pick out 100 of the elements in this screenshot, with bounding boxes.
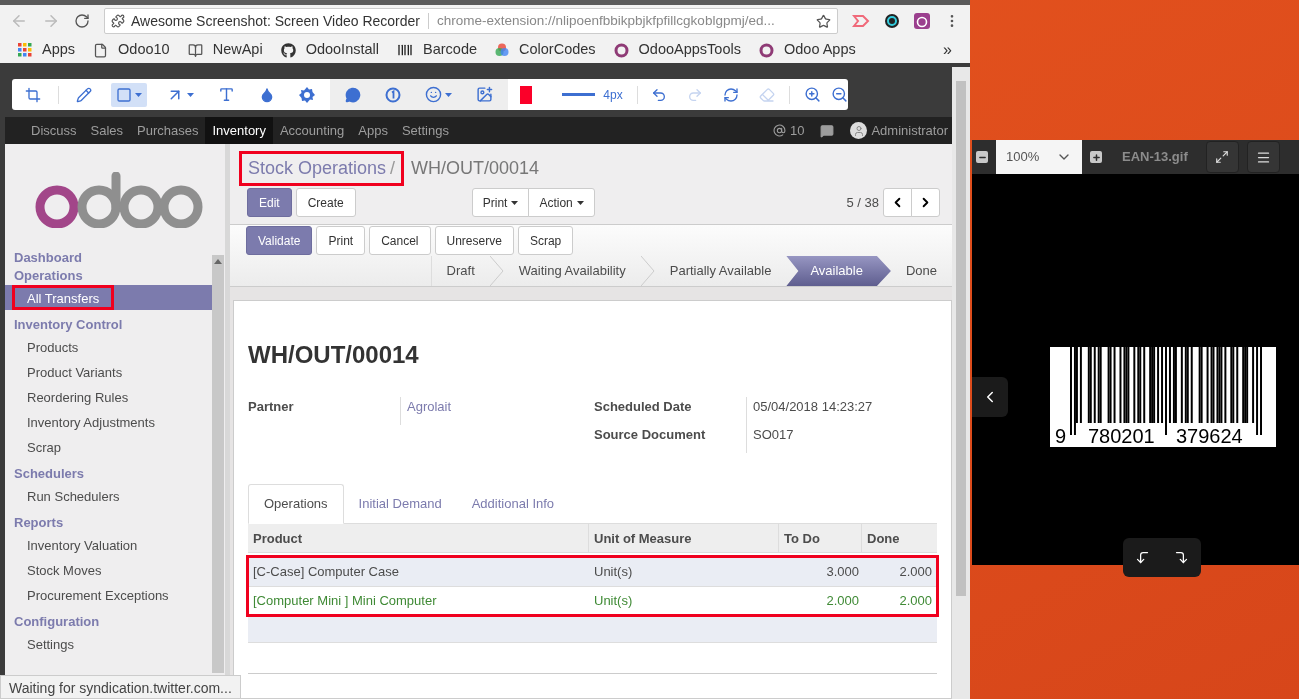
- table-row[interactable]: [C-Case] Computer Case Unit(s) 3.000 2.000: [249, 558, 936, 586]
- bookmark[interactable]: ColorCodes: [495, 39, 596, 61]
- app-menu-item[interactable]: Apps: [351, 117, 395, 144]
- stage-step[interactable]: Draft: [431, 256, 490, 286]
- app-menu-item[interactable]: Sales: [83, 117, 131, 144]
- stage-step[interactable]: Done: [890, 256, 952, 286]
- menu-item-label[interactable]: Reordering Rules: [12, 384, 132, 409]
- dropdown-button[interactable]: Action: [528, 188, 595, 217]
- next-button[interactable]: [911, 188, 940, 217]
- column-header[interactable]: To Do: [779, 524, 862, 552]
- bookmark[interactable]: NewApi: [187, 39, 263, 61]
- menu-item-label[interactable]: Scrap: [12, 434, 64, 459]
- menu-item-row[interactable]: Products: [5, 334, 212, 359]
- reload-icon[interactable]: [74, 13, 90, 29]
- user-name[interactable]: Administrator: [871, 120, 948, 141]
- stage-step[interactable]: Waiting Availability: [503, 256, 641, 286]
- menu-item-label[interactable]: Stock Moves: [12, 557, 105, 582]
- ring-icon: [758, 42, 774, 58]
- app-menu-item[interactable]: Inventory: [205, 117, 273, 144]
- menu-item-label[interactable]: All Transfers: [12, 285, 115, 310]
- menu-item-label[interactable]: Product Variants: [12, 359, 126, 384]
- timer-icon[interactable]: [914, 13, 930, 29]
- page-scrollbar[interactable]: [952, 67, 970, 699]
- menu-item-row[interactable]: Stock Moves: [5, 557, 212, 582]
- mention-count[interactable]: 10: [789, 120, 805, 141]
- tab[interactable]: Operations: [248, 484, 344, 524]
- menu-item-label[interactable]: Inventory Valuation: [12, 532, 141, 557]
- chat-icon[interactable]: [820, 123, 835, 138]
- color-swatch[interactable]: [519, 85, 532, 104]
- avatar[interactable]: [850, 122, 868, 139]
- undo-icon[interactable]: [651, 86, 668, 103]
- header-button[interactable]: Scrap: [517, 226, 574, 255]
- tab[interactable]: Initial Demand: [343, 484, 457, 524]
- menu-item-label[interactable]: Products: [12, 334, 82, 359]
- dropdown-button[interactable]: Print: [471, 188, 530, 217]
- refresh-icon[interactable]: [723, 86, 740, 103]
- play-extension-icon[interactable]: [852, 14, 870, 28]
- bookmark[interactable]: Odoo Apps: [758, 39, 856, 61]
- table-cell-text: 2.000: [825, 591, 860, 610]
- bookmark[interactable]: Apps: [18, 39, 76, 61]
- stage-step[interactable]: Partially Available: [654, 256, 787, 286]
- rotate-right-icon[interactable]: [1174, 550, 1189, 565]
- menu-item-row[interactable]: Inventory Valuation: [5, 532, 212, 557]
- column-header[interactable]: Unit of Measure: [589, 524, 779, 552]
- stage-step[interactable]: Available: [786, 256, 891, 286]
- menu-item-row[interactable]: All Transfers: [5, 285, 212, 310]
- pen-icon: [75, 86, 92, 103]
- bookmark[interactable]: OdooAppsTools: [613, 39, 741, 61]
- header-button[interactable]: Validate: [246, 226, 313, 255]
- crop-icon: [25, 86, 41, 103]
- column-header[interactable]: Product: [248, 524, 589, 552]
- mention-icon[interactable]: [772, 124, 786, 137]
- menu-button[interactable]: [1246, 141, 1280, 173]
- zoom-out-icon[interactable]: [831, 86, 848, 103]
- field-link[interactable]: Agrolait: [400, 397, 452, 425]
- menu-item-label[interactable]: Procurement Exceptions: [12, 582, 172, 607]
- header-button[interactable]: Print: [316, 226, 366, 255]
- zoom-in-button[interactable]: [1090, 151, 1102, 163]
- menu-item-row[interactable]: Reordering Rules: [5, 384, 212, 409]
- menu-item-row[interactable]: Scrap: [5, 434, 212, 459]
- more-bookmarks[interactable]: »: [943, 38, 952, 62]
- zoom-select[interactable]: 100%: [996, 140, 1082, 174]
- menu-item-row[interactable]: Product Variants: [5, 359, 212, 384]
- app-menu-item[interactable]: Settings: [394, 117, 456, 144]
- header-button[interactable]: Unreserve: [434, 226, 514, 255]
- scroll-up-icon[interactable]: [214, 259, 222, 264]
- caret-icon: [576, 200, 584, 205]
- menu-item-row[interactable]: Settings: [5, 631, 212, 656]
- app-menu-item[interactable]: Accounting: [272, 117, 352, 144]
- zoom-out-button[interactable]: [976, 151, 988, 163]
- bookmark[interactable]: OdooInstall: [280, 39, 379, 61]
- menu-item-label[interactable]: Inventory Adjustments: [12, 409, 158, 434]
- address-bar[interactable]: Awesome Screenshot: Screen Video Recorder chrome-extension://nlipoenfbbikpbjkfpfillcgkoblgpmj/ed...: [104, 8, 838, 34]
- color-wheel-icon[interactable]: [884, 13, 900, 29]
- bookmark[interactable]: Odoo10: [93, 39, 170, 61]
- breadcrumb-link[interactable]: Stock Operations: [248, 155, 387, 182]
- app-menu-item[interactable]: Discuss: [24, 117, 84, 144]
- fullscreen-button[interactable]: [1205, 141, 1239, 173]
- menu-item-row[interactable]: Inventory Adjustments: [5, 409, 212, 434]
- menu-item-label[interactable]: Run Schedulers: [12, 483, 123, 508]
- bookmark[interactable]: Barcode: [397, 39, 477, 61]
- stroke-width-line[interactable]: [561, 93, 596, 96]
- sidebar-scrollbar[interactable]: [212, 255, 224, 673]
- header-button[interactable]: Cancel: [369, 226, 431, 255]
- app-menu-item[interactable]: Purchases: [130, 117, 206, 144]
- menu-item-label[interactable]: Settings: [12, 631, 77, 656]
- page-icon: [93, 42, 109, 58]
- form-button[interactable]: Edit: [247, 188, 292, 217]
- table-cell-text: 3.000: [825, 563, 860, 582]
- tab[interactable]: Additional Info: [456, 484, 570, 524]
- star-icon[interactable]: [816, 13, 831, 29]
- form-button[interactable]: Create: [295, 188, 356, 217]
- previous-button[interactable]: [883, 188, 912, 217]
- rotate-left-icon[interactable]: [1135, 550, 1150, 565]
- puzzle-icon: [111, 14, 125, 28]
- column-header[interactable]: Done: [862, 524, 937, 552]
- zoom-in-icon[interactable]: [804, 86, 821, 103]
- tool-button[interactable]: [110, 82, 147, 107]
- menu-item-row[interactable]: Procurement Exceptions: [5, 582, 212, 607]
- menu-item-row[interactable]: Run Schedulers: [5, 483, 212, 508]
